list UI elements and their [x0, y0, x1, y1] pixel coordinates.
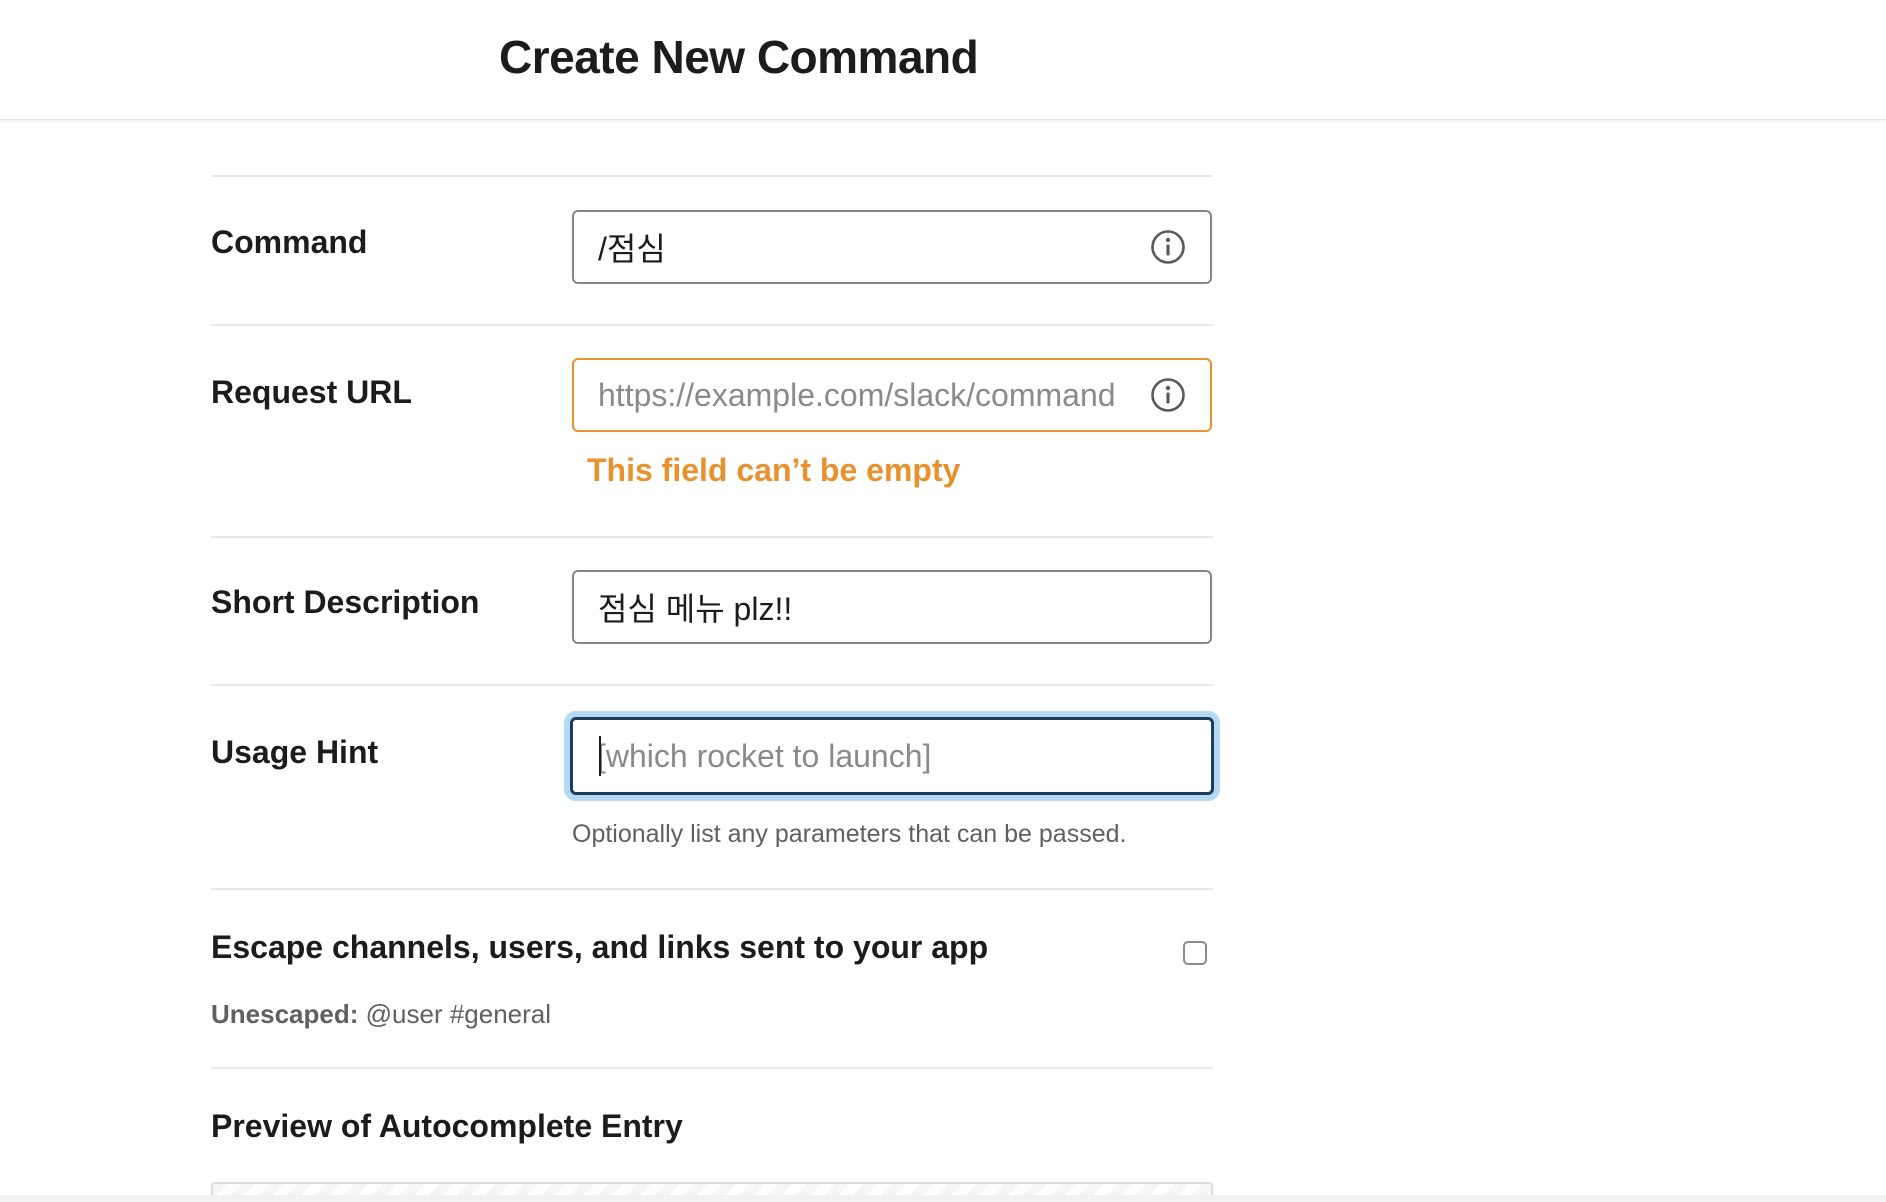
- text-caret: [599, 736, 601, 776]
- divider: [211, 536, 1213, 538]
- request-url-label: Request URL: [211, 374, 412, 410]
- divider: [211, 324, 1213, 326]
- short-description-label: Short Description: [211, 584, 480, 620]
- command-label: Command: [211, 224, 368, 260]
- short-description-input-box[interactable]: [572, 570, 1212, 644]
- usage-hint-label: Usage Hint: [211, 734, 379, 770]
- preview-label: Preview of Autocomplete Entry: [211, 1108, 683, 1144]
- unescaped-example-row: Unescaped: @user #general: [211, 999, 551, 1030]
- escape-checkbox[interactable]: [1183, 941, 1207, 965]
- usage-hint-input[interactable]: [573, 720, 1211, 792]
- bottom-bar: [0, 1195, 1886, 1202]
- page-header: Create New Command: [0, 0, 1886, 120]
- divider: [211, 888, 1213, 890]
- unescaped-example: @user #general: [365, 999, 552, 1029]
- usage-hint-help: Optionally list any parameters that can …: [572, 820, 1127, 848]
- request-url-error: This field can’t be empty: [587, 452, 961, 488]
- command-input[interactable]: [574, 212, 1210, 282]
- divider: [211, 175, 1213, 177]
- divider: [211, 1067, 1213, 1069]
- info-icon[interactable]: [1150, 377, 1186, 413]
- request-url-input-box[interactable]: [572, 358, 1212, 432]
- unescaped-label: Unescaped:: [211, 999, 359, 1029]
- info-icon[interactable]: [1150, 229, 1186, 265]
- divider: [211, 684, 1213, 686]
- usage-hint-input-box[interactable]: [570, 717, 1214, 795]
- command-input-box[interactable]: [572, 210, 1212, 284]
- escape-label: Escape channels, users, and links sent t…: [211, 929, 989, 965]
- request-url-input[interactable]: [574, 360, 1210, 430]
- page-title: Create New Command: [499, 31, 979, 83]
- short-description-input[interactable]: [574, 572, 1210, 642]
